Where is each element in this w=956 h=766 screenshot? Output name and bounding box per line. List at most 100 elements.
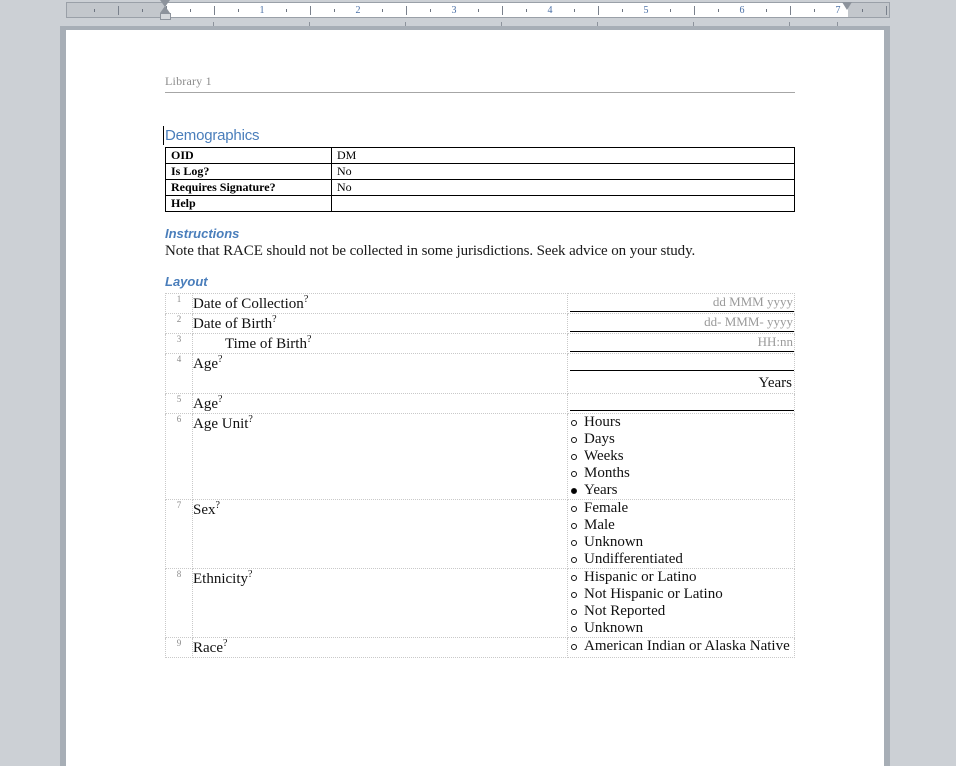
field-input-line[interactable] — [570, 369, 794, 371]
field-help-icon[interactable]: ? — [218, 354, 222, 365]
metadata-key: Requires Signature? — [165, 179, 332, 196]
field-input-line[interactable] — [570, 350, 794, 352]
form-layout-table: 1 Date of Collection? dd MMM yyyy 2 Date of … — [165, 293, 795, 658]
radio-option-label: Hours — [584, 414, 621, 430]
radio-option[interactable]: Years — [571, 482, 794, 499]
field-number: 1 — [165, 293, 193, 314]
form-field-row: 8 Ethnicity? Hispanic or Latino Not Hispani… — [165, 568, 795, 638]
field-number: 4 — [165, 353, 193, 394]
field-value-cell: dd MMM yyyy — [567, 293, 795, 314]
field-format-hint: dd- MMM- yyyy — [704, 314, 793, 329]
form-field-row: 3 Time of Birth? HH:nn — [165, 333, 795, 354]
radio-option[interactable]: Weeks — [571, 448, 794, 465]
document-header: Library 1 — [165, 74, 795, 93]
field-label-cell: Age Unit? — [192, 413, 568, 500]
metadata-value: DM — [331, 147, 795, 164]
form-field-row: 2 Date of Birth? dd- MMM- yyyy — [165, 313, 795, 334]
form-field-row: 9 Race? American Indian or Alaska Native — [165, 637, 795, 658]
field-input-line[interactable] — [570, 330, 794, 332]
field-help-icon[interactable]: ? — [304, 294, 308, 305]
radio-unselected-icon[interactable] — [571, 420, 577, 426]
radio-unselected-icon[interactable] — [571, 506, 577, 512]
field-value-cell: dd- MMM- yyyy — [567, 313, 795, 334]
field-label-cell: Age? — [192, 353, 568, 394]
radio-option-label: Not Reported — [584, 603, 666, 619]
form-field-row: 7 Sex? Female Male Unknown Undifferentiated — [165, 499, 795, 569]
tab-stop-markers — [0, 0, 956, 28]
form-title-heading: Demographics — [163, 126, 795, 145]
radio-option-label: Hispanic or Latino — [584, 569, 697, 585]
radio-option[interactable]: American Indian or Alaska Native — [571, 638, 794, 655]
field-radio-group: American Indian or Alaska Native — [568, 638, 794, 655]
field-number: 8 — [165, 568, 193, 638]
field-label: Date of Collection — [193, 296, 304, 312]
field-label: Sex — [193, 502, 216, 518]
radio-unselected-icon[interactable] — [571, 437, 577, 443]
field-label-cell: Date of Birth? — [192, 313, 568, 334]
field-number: 3 — [165, 333, 193, 354]
form-field-row: 5 Age? — [165, 393, 795, 414]
field-hint-spacer — [568, 394, 794, 408]
radio-option[interactable]: Not Reported — [571, 603, 794, 620]
radio-option[interactable]: Unknown — [571, 534, 794, 551]
radio-unselected-icon[interactable] — [571, 575, 577, 581]
field-input-line[interactable] — [570, 409, 794, 411]
page-content-area: Library 1 Demographics OID DM Is Log? No Req… — [163, 74, 795, 658]
field-label: Age — [193, 396, 218, 412]
field-number: 6 — [165, 413, 193, 500]
radio-unselected-icon[interactable] — [571, 454, 577, 460]
form-field-row: 4 Age? Years — [165, 353, 795, 394]
field-help-icon[interactable]: ? — [248, 414, 252, 425]
radio-unselected-icon[interactable] — [571, 557, 577, 563]
radio-option-label: Weeks — [584, 448, 624, 464]
field-value-cell: Female Male Unknown Undifferentiated — [567, 499, 795, 569]
radio-option-label: American Indian or Alaska Native — [584, 638, 790, 654]
radio-option-label: Years — [584, 482, 618, 498]
radio-unselected-icon[interactable] — [571, 471, 577, 477]
field-help-icon[interactable]: ? — [307, 334, 311, 345]
field-help-icon[interactable]: ? — [248, 569, 252, 580]
radio-unselected-icon[interactable] — [571, 540, 577, 546]
field-label: Ethnicity — [193, 571, 248, 587]
radio-unselected-icon[interactable] — [571, 592, 577, 598]
field-help-icon[interactable]: ? — [216, 500, 220, 511]
radio-option[interactable]: Male — [571, 517, 794, 534]
field-label-cell: Age? — [192, 393, 568, 414]
field-help-icon[interactable]: ? — [223, 638, 227, 649]
document-page[interactable]: Library 1 Demographics OID DM Is Log? No Req… — [66, 30, 884, 766]
radio-option[interactable]: Days — [571, 431, 794, 448]
field-radio-group: Female Male Unknown Undifferentiated — [568, 500, 794, 568]
field-unit-label: Years — [758, 375, 792, 391]
radio-option[interactable]: Unknown — [571, 620, 794, 637]
field-format-hint: dd MMM yyyy — [712, 294, 793, 309]
field-label: Race — [193, 640, 223, 656]
radio-unselected-icon[interactable] — [571, 626, 577, 632]
radio-option-label: Months — [584, 465, 630, 481]
ruler-bar: 1234567 — [0, 0, 956, 27]
field-value-cell — [567, 393, 795, 414]
field-value-cell: HH:nn — [567, 333, 795, 354]
form-field-row: 1 Date of Collection? dd MMM yyyy — [165, 293, 795, 314]
field-value-cell: Years — [567, 353, 795, 394]
field-help-icon[interactable]: ? — [218, 394, 222, 405]
radio-unselected-icon[interactable] — [571, 644, 577, 650]
field-help-icon[interactable]: ? — [272, 314, 276, 325]
radio-option-label: Unknown — [584, 534, 644, 550]
radio-option-label: Male — [584, 517, 615, 533]
field-number: 9 — [165, 637, 193, 658]
radio-option[interactable]: Female — [571, 500, 794, 517]
radio-option[interactable]: Hispanic or Latino — [571, 569, 794, 586]
radio-unselected-icon[interactable] — [571, 523, 577, 529]
field-value-cell: Hispanic or Latino Not Hispanic or Latino… — [567, 568, 795, 638]
field-number: 7 — [165, 499, 193, 569]
radio-unselected-icon[interactable] — [571, 609, 577, 615]
radio-selected-icon[interactable] — [571, 488, 577, 494]
radio-option[interactable]: Not Hispanic or Latino — [571, 586, 794, 603]
radio-option[interactable]: Months — [571, 465, 794, 482]
field-number: 2 — [165, 313, 193, 334]
radio-option[interactable]: Undifferentiated — [571, 551, 794, 568]
field-radio-group: Hours Days Weeks Months Years — [568, 414, 794, 499]
field-input-line[interactable] — [570, 310, 794, 312]
radio-option[interactable]: Hours — [571, 414, 794, 431]
radio-option-label: Not Hispanic or Latino — [584, 586, 723, 602]
